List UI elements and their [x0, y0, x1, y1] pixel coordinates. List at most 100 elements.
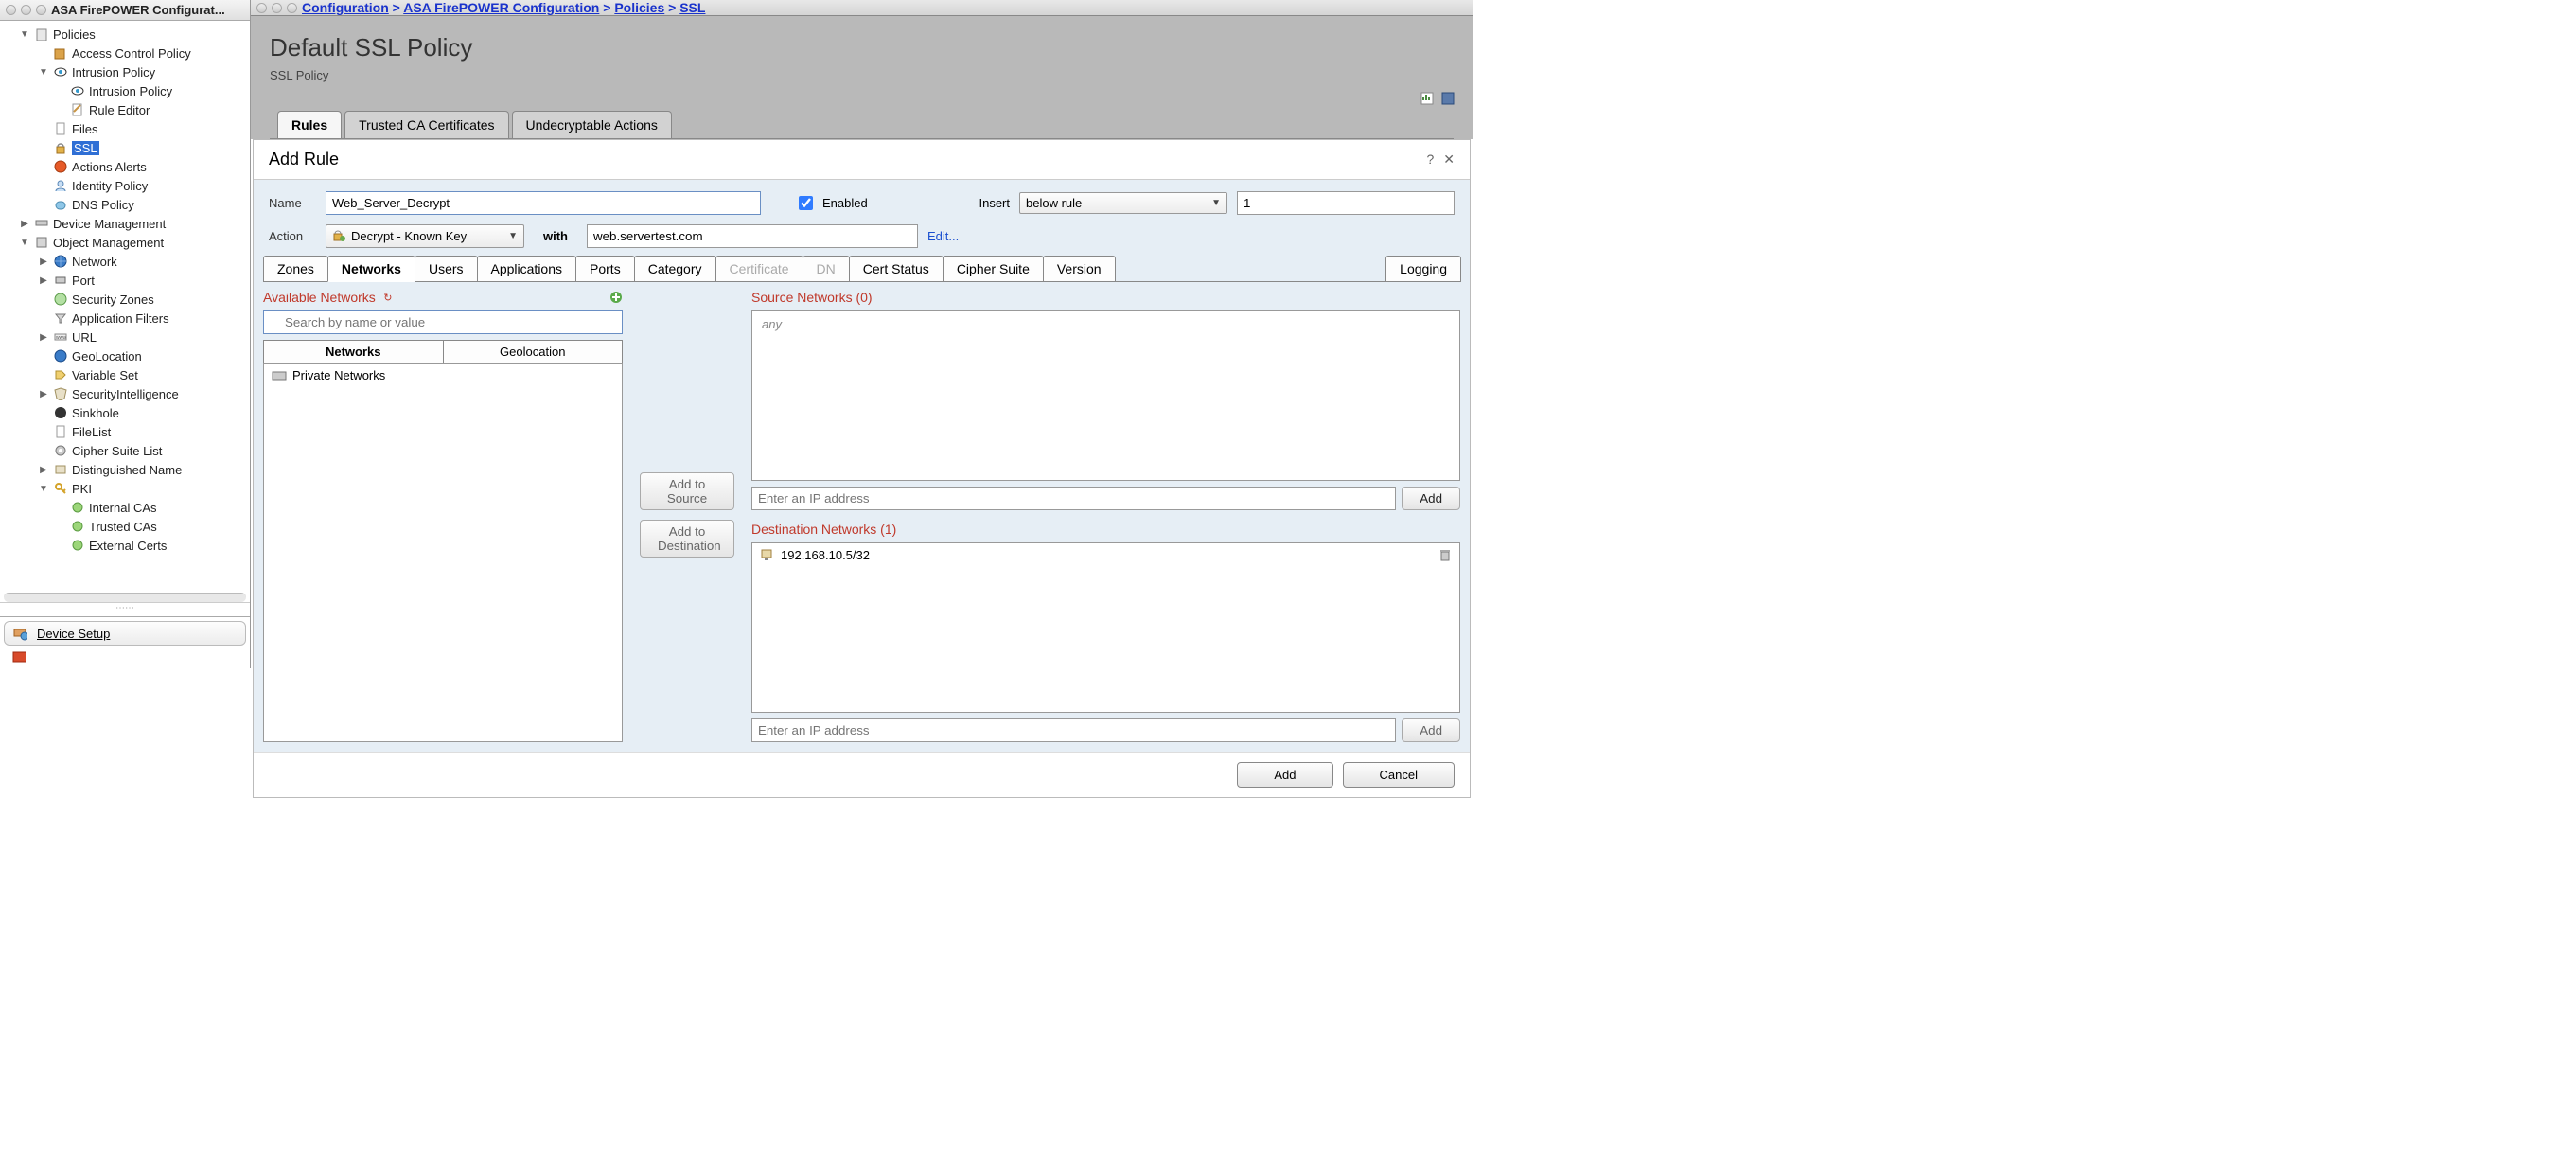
tree-ssl[interactable]: SSL: [0, 138, 250, 157]
tree-actions-alerts[interactable]: Actions Alerts: [0, 157, 250, 176]
itab-version[interactable]: Version: [1043, 256, 1116, 282]
tree-variable-set[interactable]: Variable Set: [0, 365, 250, 384]
crumb-asa-firepower[interactable]: ASA FirePOWER Configuration: [403, 0, 599, 15]
action-select[interactable]: Decrypt - Known Key ▼: [326, 224, 524, 248]
destination-ip-input[interactable]: [751, 718, 1396, 742]
help-icon[interactable]: ?: [1426, 151, 1434, 168]
insert-mode-select[interactable]: below rule▼: [1019, 192, 1227, 214]
tree-rule-editor[interactable]: Rule Editor: [0, 100, 250, 119]
tab-trusted-ca[interactable]: Trusted CA Certificates: [344, 111, 508, 138]
tree-policies[interactable]: ▼ Policies: [0, 25, 250, 44]
device-icon: [34, 216, 49, 231]
disclosure-open-icon[interactable]: ▼: [38, 67, 49, 78]
crumb-policies[interactable]: Policies: [614, 0, 664, 15]
rule-name-input[interactable]: [326, 191, 761, 215]
itab-cipher-suite[interactable]: Cipher Suite: [943, 256, 1044, 282]
tree-sinkhole[interactable]: Sinkhole: [0, 403, 250, 422]
tree-identity[interactable]: Identity Policy: [0, 176, 250, 195]
add-to-source-button[interactable]: Add to Source: [640, 472, 734, 510]
destination-add-button[interactable]: Add: [1402, 718, 1460, 742]
disclosure-closed-icon[interactable]: ▶: [38, 257, 49, 267]
tree-intrusion[interactable]: ▼ Intrusion Policy: [0, 62, 250, 81]
itab-networks[interactable]: Networks: [327, 256, 415, 282]
zoom-window-button[interactable]: [287, 3, 297, 13]
tree-dns[interactable]: DNS Policy: [0, 195, 250, 214]
disclosure-open-icon[interactable]: ▼: [38, 484, 49, 494]
tree-url[interactable]: ▶ www URL: [0, 328, 250, 346]
tree-port[interactable]: ▶ Port: [0, 271, 250, 290]
tree-device-mgmt[interactable]: ▶ Device Management: [0, 214, 250, 233]
add-rule-panel: Add Rule ? ✕ Name Enabled Insert below r…: [253, 139, 1471, 798]
sidebar-resize-handle[interactable]: ⋯⋯: [0, 602, 250, 616]
minimize-window-button[interactable]: [272, 3, 282, 13]
tree-internal-cas[interactable]: Internal CAs: [0, 498, 250, 517]
tree-network[interactable]: ▶ Network: [0, 252, 250, 271]
tab-undecryptable[interactable]: Undecryptable Actions: [512, 111, 672, 138]
disclosure-closed-icon[interactable]: ▶: [38, 332, 49, 343]
crumb-ssl[interactable]: SSL: [679, 0, 705, 15]
subtab-networks[interactable]: Networks: [263, 340, 444, 363]
source-networks-list[interactable]: any: [751, 310, 1460, 481]
tree-filelist[interactable]: FileList: [0, 422, 250, 441]
crumb-configuration[interactable]: Configuration: [302, 0, 389, 15]
panel-add-button[interactable]: Add: [1237, 762, 1332, 788]
policy-report-icon[interactable]: [1420, 91, 1435, 109]
tree-pki[interactable]: ▼ PKI: [0, 479, 250, 498]
source-add-button[interactable]: Add: [1402, 487, 1460, 510]
close-icon[interactable]: ✕: [1443, 151, 1455, 168]
tree-files[interactable]: Files: [0, 119, 250, 138]
list-item[interactable]: 192.168.10.5/32: [752, 543, 1459, 566]
edit-link[interactable]: Edit...: [927, 229, 959, 243]
tree-security-intel[interactable]: ▶ SecurityIntelligence: [0, 384, 250, 403]
tree-object-mgmt[interactable]: ▼ Object Management: [0, 233, 250, 252]
itab-zones[interactable]: Zones: [263, 256, 328, 282]
tree-security-zones[interactable]: Security Zones: [0, 290, 250, 309]
policy-save-icon[interactable]: [1440, 91, 1456, 109]
with-input[interactable]: [587, 224, 918, 248]
panel-cancel-button[interactable]: Cancel: [1343, 762, 1455, 788]
zoom-window-button[interactable]: [36, 5, 46, 15]
destination-networks-list[interactable]: 192.168.10.5/32: [751, 542, 1460, 713]
itab-users[interactable]: Users: [415, 256, 478, 282]
disclosure-open-icon[interactable]: ▼: [19, 238, 30, 248]
close-window-button[interactable]: [256, 3, 267, 13]
tree-app-filters[interactable]: Application Filters: [0, 309, 250, 328]
page-title: Default SSL Policy: [270, 33, 1454, 62]
itab-applications[interactable]: Applications: [477, 256, 577, 282]
tree-access-control[interactable]: Access Control Policy: [0, 44, 250, 62]
itab-category[interactable]: Category: [634, 256, 716, 282]
enabled-checkbox[interactable]: [799, 196, 813, 210]
disclosure-closed-icon[interactable]: ▶: [38, 465, 49, 475]
source-ip-input[interactable]: [751, 487, 1396, 510]
sidebar-scrollbar[interactable]: [4, 593, 246, 602]
insert-position-input[interactable]: [1237, 191, 1455, 215]
network-search-input[interactable]: [263, 310, 623, 334]
device-setup-button[interactable]: Device Setup: [4, 621, 246, 646]
tree-trusted-cas[interactable]: Trusted CAs: [0, 517, 250, 536]
tree-intrusion-policy[interactable]: Intrusion Policy: [0, 81, 250, 100]
with-label: with: [543, 229, 568, 243]
disclosure-open-icon[interactable]: ▼: [19, 29, 30, 40]
add-to-destination-button[interactable]: Add to Destination: [640, 520, 734, 558]
delete-icon[interactable]: [1438, 547, 1452, 562]
list-item[interactable]: Private Networks: [264, 364, 622, 386]
cert-icon: [70, 500, 85, 515]
tree-distinguished-name[interactable]: ▶ Distinguished Name: [0, 460, 250, 479]
tab-rules[interactable]: Rules: [277, 111, 342, 138]
available-networks-column: Available Networks ↻ Networks Geolocatio…: [263, 288, 623, 742]
itab-ports[interactable]: Ports: [575, 256, 635, 282]
subtab-geolocation[interactable]: Geolocation: [444, 340, 624, 363]
disclosure-closed-icon[interactable]: ▶: [38, 275, 49, 286]
disclosure-closed-icon[interactable]: ▶: [38, 389, 49, 399]
minimize-window-button[interactable]: [21, 5, 31, 15]
tree-cipher-list[interactable]: Cipher Suite List: [0, 441, 250, 460]
add-object-icon[interactable]: [609, 291, 623, 304]
itab-cert-status[interactable]: Cert Status: [849, 256, 944, 282]
refresh-icon[interactable]: ↻: [381, 291, 395, 304]
tree-external-certs[interactable]: External Certs: [0, 536, 250, 555]
disclosure-closed-icon[interactable]: ▶: [19, 219, 30, 229]
available-networks-list[interactable]: Private Networks: [263, 363, 623, 742]
tree-geolocation[interactable]: GeoLocation: [0, 346, 250, 365]
itab-logging[interactable]: Logging: [1385, 256, 1461, 282]
close-window-button[interactable]: [6, 5, 16, 15]
